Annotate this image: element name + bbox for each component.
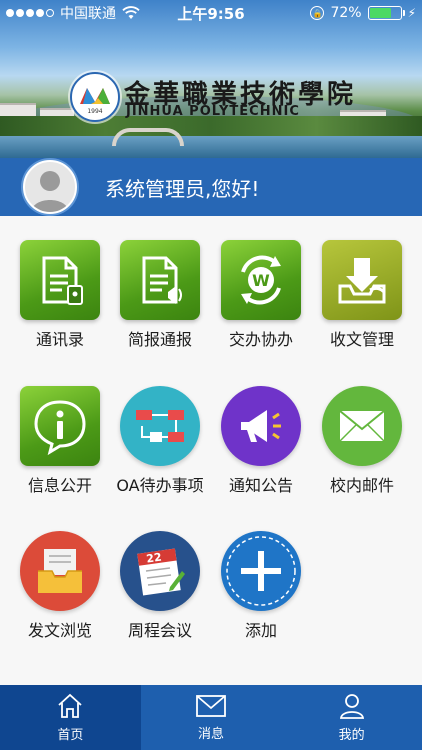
app-contacts[interactable]: 通讯录 [10,216,110,349]
plus-icon [221,531,301,611]
school-name-en: JINHUA POLYTECHNIC [126,104,300,119]
tab-messages[interactable]: 消息 [141,685,282,750]
charging-icon: ⚡ [407,6,416,20]
default-avatar-icon [31,171,69,212]
app-weekly-meeting[interactable]: 22 周程会议 [110,507,210,640]
app-assignment[interactable]: W 交办协办 [211,216,311,349]
avatar[interactable] [23,160,77,214]
tab-label: 首页 [57,728,84,743]
rotation-lock-icon: 🔒 [310,6,325,20]
app-label: 信息公开 [27,476,92,495]
tab-home[interactable]: 首页 [0,685,141,750]
inbox-download-icon [322,240,402,320]
app-inbox[interactable]: 收文管理 [312,216,412,349]
info-bubble-icon [20,386,100,466]
signal-strength-icon [6,9,54,17]
app-campus-mail[interactable]: 校内邮件 [312,362,412,495]
user-greeting: 系统管理员,您好! [105,176,260,201]
app-label: 简报通报 [127,330,192,349]
app-info-public[interactable]: 信息公开 [10,362,110,495]
outbox-tray-icon [20,531,100,611]
tab-label: 消息 [198,727,225,742]
user-header: 系统管理员,您好! [0,158,422,216]
bulletin-document-icon [120,240,200,320]
battery-percent: 72% [330,5,362,21]
school-logo-icon: 1994 [70,72,120,122]
tab-bar: 首页 消息 我的 [0,685,422,750]
assignment-w-icon: W [221,240,301,320]
envelope-icon [322,386,402,466]
banner-trees [0,116,422,136]
banner-building [0,103,36,117]
calendar-icon: 22 [120,531,200,611]
workflow-icon [120,386,200,466]
app-grid: 通讯录 简报通报 W 交办协办 收文管理 信息公开 OA待办事项 通知公告 校内… [0,216,422,685]
battery-fill [369,8,392,18]
app-label: 交办协办 [228,330,293,349]
status-bar: 中国联通 上午9:56 🔒 72% ⚡ [0,0,422,26]
banner-water [0,136,422,158]
app-label: 周程会议 [127,621,192,640]
app-label: OA待办事项 [116,476,204,495]
tab-label: 我的 [338,728,365,743]
app-notice[interactable]: 通知公告 [211,362,311,495]
app-label: 添加 [244,621,277,640]
app-add[interactable]: 添加 [211,507,311,640]
battery-icon [367,6,405,20]
app-outgoing-docs[interactable]: 发文浏览 [10,507,110,640]
app-bulletin[interactable]: 简报通报 [110,216,210,349]
app-label: 通知公告 [228,476,293,495]
app-oa-todo[interactable]: OA待办事项 [110,362,210,495]
contacts-document-icon [20,240,100,320]
app-label: 收文管理 [329,330,394,349]
svg-text:W: W [252,271,270,290]
app-label: 发文浏览 [27,621,92,640]
calendar-day: 22 [146,551,163,566]
app-label: 通讯录 [35,330,84,349]
user-icon [339,694,364,719]
carrier-name: 中国联通 [60,6,116,22]
wifi-icon [122,6,140,19]
banner-bridge [112,128,184,146]
mail-icon [196,695,226,717]
home-icon [58,693,82,718]
tab-profile[interactable]: 我的 [281,685,422,750]
logo-year: 1994 [87,108,102,115]
app-label: 校内邮件 [329,476,394,495]
megaphone-icon [221,386,301,466]
